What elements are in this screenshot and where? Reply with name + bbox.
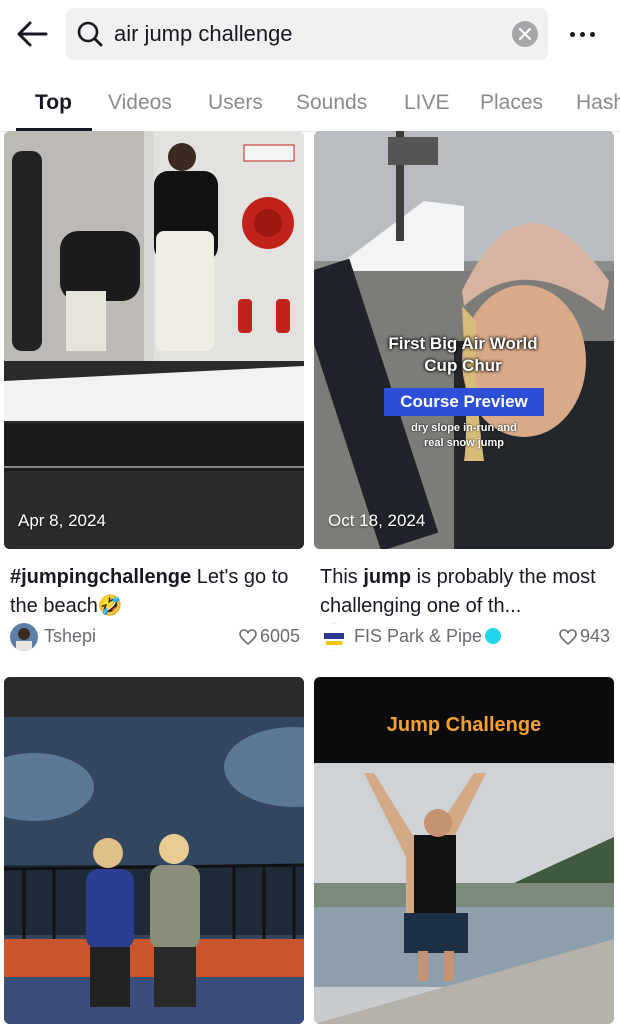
video-meta: FIS Park & Pipe 943 (320, 623, 612, 653)
caption-text: This (320, 566, 364, 588)
search-header: air jump challenge (0, 0, 620, 70)
video-thumbnail[interactable] (4, 677, 304, 1024)
video-overlay-banner: Jump Challenge (314, 677, 614, 763)
video-caption[interactable]: #jumpingchallenge Let's go to the beach🤣 (10, 563, 302, 621)
close-icon (519, 28, 531, 40)
video-caption[interactable]: This jump is probably the most challengi… (320, 563, 612, 621)
search-query-text: air jump challenge (114, 21, 293, 46)
video-card[interactable]: Jump Challenge (314, 677, 614, 1024)
like-count: 943 (559, 626, 610, 647)
arrow-left-icon (17, 21, 48, 47)
search-icon (77, 21, 103, 47)
video-thumbnail[interactable]: First Big Air World Cup Chur Course Prev… (314, 131, 614, 549)
video-overlay-subtitle: dry slope in-run and real snow jump (411, 422, 517, 449)
search-tabs: Top Videos Users Sounds LIVE Places Hash… (0, 70, 620, 132)
video-thumbnail[interactable]: Apr 8, 2024 (4, 131, 304, 549)
video-thumbnail[interactable]: Jump Challenge (314, 677, 614, 1024)
avatar-image (10, 623, 38, 651)
back-button[interactable] (14, 18, 50, 50)
video-card[interactable]: First Big Air World Cup Chur Course Prev… (314, 131, 614, 661)
clear-search-button[interactable] (512, 21, 538, 47)
video-thumbnail-image (4, 677, 304, 1024)
search-input[interactable]: air jump challenge (66, 8, 548, 60)
video-overlay-title: First Big Air World Cup Chur (388, 334, 538, 375)
author-name[interactable]: Tshepi (44, 626, 96, 647)
dot-icon (579, 31, 585, 37)
tab-sounds[interactable]: Sounds (296, 90, 367, 116)
tab-places[interactable]: Places (480, 90, 543, 116)
video-card[interactable] (4, 677, 304, 1024)
dot-icon (569, 31, 575, 37)
tab-videos[interactable]: Videos (108, 90, 172, 116)
avatar[interactable] (10, 623, 38, 651)
video-thumbnail-image (4, 131, 304, 549)
like-count-value: 6005 (259, 626, 300, 646)
video-overlay-badge: Course Preview (384, 388, 544, 416)
avatar[interactable] (320, 623, 348, 651)
heart-icon (559, 628, 577, 645)
dot-icon (589, 31, 595, 37)
video-date: Apr 8, 2024 (18, 511, 106, 530)
more-options-button[interactable] (562, 22, 602, 46)
like-count: 6005 (239, 626, 300, 647)
caption-hashtag[interactable]: #jumpingchallenge (10, 566, 191, 588)
like-count-value: 943 (579, 626, 610, 646)
tab-users[interactable]: Users (208, 90, 263, 116)
video-card[interactable]: Apr 8, 2024 #jumpingchallenge Let's go t… (4, 131, 304, 661)
heart-icon (239, 628, 257, 645)
tab-live[interactable]: LIVE (404, 90, 450, 116)
tab-hashtags[interactable]: Hashtags (576, 90, 620, 116)
verified-badge-icon (485, 628, 502, 644)
author-name[interactable]: FIS Park & Pipe (354, 626, 502, 647)
caption-highlight: jump (363, 566, 412, 588)
tab-top[interactable]: Top (35, 90, 72, 116)
avatar-image (320, 623, 348, 651)
video-date: Oct 18, 2024 (328, 511, 426, 530)
video-meta: Tshepi 6005 (10, 623, 302, 653)
